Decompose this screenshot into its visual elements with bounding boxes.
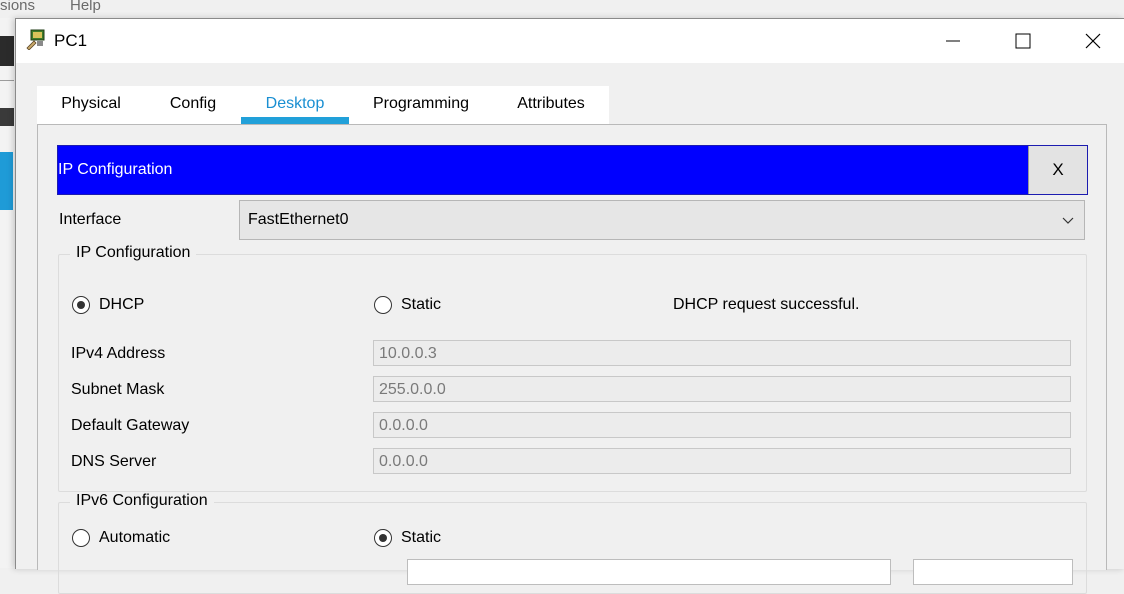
static-ipv4-radio[interactable] [374, 296, 392, 314]
automatic-ipv6-label[interactable]: Automatic [99, 529, 170, 547]
static-ipv6-radio[interactable] [374, 529, 392, 547]
dhcp-radio[interactable] [72, 296, 90, 314]
background-blue-panel [0, 152, 13, 210]
ipv4-group-legend: IP Configuration [70, 244, 197, 262]
subnet-mask-label: Subnet Mask [71, 381, 165, 398]
maximize-button[interactable] [993, 19, 1053, 63]
default-gateway-label: Default Gateway [71, 417, 190, 434]
close-window-button[interactable] [1063, 19, 1123, 63]
background-menu-item-sessions[interactable]: sions [0, 0, 35, 14]
dns-server-value: 0.0.0.0 [379, 453, 428, 470]
chevron-down-icon [1062, 217, 1074, 224]
ipv4-address-label: IPv4 Address [71, 345, 166, 362]
ipv6-prefix-field[interactable] [913, 559, 1073, 585]
background-divider [0, 80, 14, 81]
subnet-mask-value: 255.0.0.0 [379, 381, 446, 398]
background-menu-item-help[interactable]: Help [70, 0, 101, 14]
close-icon [1085, 33, 1101, 49]
ipv4-address-value: 10.0.0.3 [379, 345, 437, 362]
default-gateway-value: 0.0.0.0 [379, 417, 428, 434]
ipv6-group-legend: IPv6 Configuration [70, 492, 214, 510]
static-ipv6-label[interactable]: Static [401, 529, 441, 547]
ip-configuration-close-button[interactable]: X [1028, 146, 1087, 194]
pc-app-icon [26, 29, 45, 50]
static-ipv4-label[interactable]: Static [401, 296, 441, 314]
default-gateway-field[interactable]: 0.0.0.0 [373, 412, 1071, 438]
dhcp-label[interactable]: DHCP [99, 296, 144, 314]
window-title: PC1 [54, 31, 88, 50]
tab-physical[interactable]: Physical [47, 86, 135, 124]
pc1-window: PC1 Physical Config Desktop Programming … [15, 18, 1124, 594]
interface-select-value: FastEthernet0 [248, 211, 349, 228]
subnet-mask-field[interactable]: 255.0.0.0 [373, 376, 1071, 402]
background-menubar: sions Help [0, 0, 1124, 18]
tab-desktop[interactable]: Desktop [241, 86, 349, 124]
automatic-ipv6-radio[interactable] [72, 529, 90, 547]
ipv6-address-field[interactable] [407, 559, 891, 585]
background-tool-icon-2[interactable] [0, 108, 14, 126]
interface-label: Interface [59, 211, 122, 228]
ip-configuration-header: IP Configuration X [57, 145, 1088, 195]
desktop-content-frame: IP Configuration X Interface FastEtherne… [37, 124, 1107, 594]
minimize-button[interactable] [923, 19, 983, 63]
tab-config[interactable]: Config [155, 86, 231, 124]
interface-select[interactable]: FastEthernet0 [239, 200, 1085, 240]
tab-programming[interactable]: Programming [363, 86, 479, 124]
tab-bar: Physical Config Desktop Programming Attr… [37, 86, 609, 124]
ipv4-address-field[interactable]: 10.0.0.3 [373, 340, 1071, 366]
ip-configuration-title: IP Configuration [58, 161, 173, 178]
title-bar[interactable]: PC1 [16, 19, 1124, 63]
background-tool-icon[interactable] [0, 36, 14, 66]
dhcp-status-message: DHCP request successful. [673, 296, 860, 313]
minimize-icon [946, 40, 960, 42]
tab-attributes[interactable]: Attributes [503, 86, 599, 124]
dns-server-field[interactable]: 0.0.0.0 [373, 448, 1071, 474]
background-left-strip [0, 18, 16, 568]
maximize-icon [1015, 33, 1031, 49]
dns-server-label: DNS Server [71, 453, 157, 470]
